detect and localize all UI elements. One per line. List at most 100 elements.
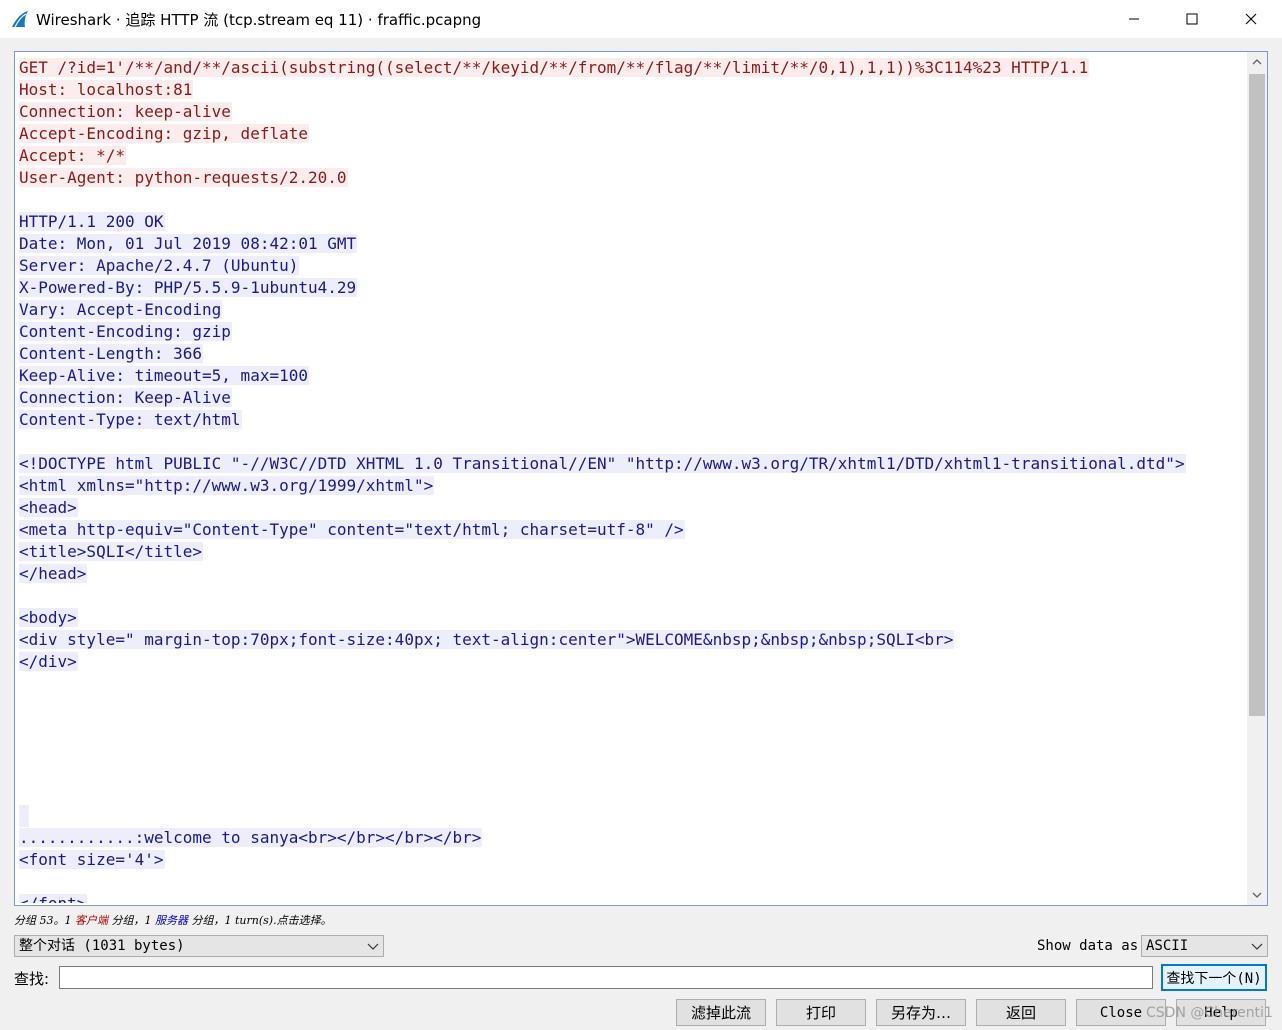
scroll-down-button[interactable] [1247, 885, 1267, 905]
find-next-button[interactable]: 查找下一个(N) [1161, 964, 1267, 991]
stream-line: Connection: keep-alive [19, 101, 1247, 123]
scroll-up-button[interactable] [1247, 52, 1267, 72]
save-as-button[interactable]: 另存为… [876, 999, 966, 1026]
minimize-icon [1129, 18, 1139, 20]
client-text: Connection: keep-alive [19, 102, 232, 121]
stream-line: Content-Type: text/html [19, 409, 1247, 431]
stream-line [19, 695, 1247, 717]
wireshark-fin-icon [12, 11, 28, 28]
chevron-up-icon [1252, 59, 1262, 65]
server-text: <!DOCTYPE html PUBLIC "-//W3C//DTD XHTML… [19, 454, 1186, 473]
server-text: <body> [19, 608, 78, 627]
stream-line: <title>SQLI</title> [19, 541, 1247, 563]
stream-line: <!DOCTYPE html PUBLIC "-//W3C//DTD XHTML… [19, 453, 1247, 475]
stream-line [19, 431, 1247, 453]
find-label: 查找: [14, 970, 50, 988]
stream-line: X-Powered-By: PHP/5.5.9-1ubuntu4.29 [19, 277, 1247, 299]
show-data-label: Show data as [1037, 938, 1139, 954]
show-data-select[interactable]: ASCII [1141, 935, 1268, 957]
title-bar: Wireshark · 追踪 HTTP 流 (tcp.stream eq 11)… [0, 0, 1282, 38]
stream-line: Host: localhost:81 [19, 79, 1247, 101]
stream-line: Accept-Encoding: gzip, deflate [19, 123, 1247, 145]
server-text: Server: Apache/2.4.7 (Ubuntu) [19, 256, 300, 275]
server-text: ............:welcome to sanya<br></br></… [19, 828, 483, 847]
stream-line: HTTP/1.1 200 OK [19, 211, 1247, 233]
server-text: Keep-Alive: timeout=5, max=100 [19, 366, 309, 385]
window-title: Wireshark · 追踪 HTTP 流 (tcp.stream eq 11)… [36, 11, 482, 29]
stream-line: <html xmlns="http://www.w3.org/1999/xhtm… [19, 475, 1247, 497]
server-text: <div style=" margin-top:70px;font-size:4… [19, 630, 955, 649]
server-blank-marker [19, 805, 29, 827]
server-text: Content-Type: text/html [19, 410, 242, 429]
stream-line: </head> [19, 563, 1247, 585]
stream-line [19, 673, 1247, 695]
stream-line [19, 585, 1247, 607]
stream-line [19, 717, 1247, 739]
server-text: </font> [19, 894, 88, 903]
vertical-scrollbar[interactable] [1247, 52, 1267, 905]
server-text: </div> [19, 652, 78, 671]
stream-line: Accept: */* [19, 145, 1247, 167]
minimize-button[interactable] [1105, 0, 1163, 38]
stream-line: <body> [19, 607, 1247, 629]
client-text: GET /?id=1'/**/and/**/ascii(substring((s… [19, 58, 1090, 77]
conversation-select[interactable]: 整个对话 (1031 bytes) [14, 935, 384, 957]
stream-line: Server: Apache/2.4.7 (Ubuntu) [19, 255, 1247, 277]
server-text: <meta http-equiv="Content-Type" content=… [19, 520, 685, 539]
stream-line: </div> [19, 651, 1247, 673]
stream-line [19, 871, 1247, 893]
stream-line [19, 189, 1247, 211]
print-button[interactable]: 打印 [776, 999, 866, 1026]
stream-line: ............:welcome to sanya<br></br></… [19, 827, 1247, 849]
stream-status: 分组 53。1 客户端 分组，1 服务器 分组，1 turn(s).点击选择。 [14, 912, 332, 928]
client-text: Accept: */* [19, 146, 126, 165]
status-suffix: 分组，1 turn(s).点击选择。 [188, 914, 332, 927]
chevron-down-icon [367, 943, 379, 950]
stream-line: Keep-Alive: timeout=5, max=100 [19, 365, 1247, 387]
back-button[interactable]: 返回 [976, 999, 1066, 1026]
show-data-value: ASCII [1146, 938, 1189, 954]
status-client-link[interactable]: 客户端 [75, 914, 108, 927]
server-text: Content-Length: 366 [19, 344, 204, 363]
server-text: <title>SQLI</title> [19, 542, 204, 561]
stream-line: Vary: Accept-Encoding [19, 299, 1247, 321]
stream-line: Connection: Keep-Alive [19, 387, 1247, 409]
find-input[interactable] [59, 966, 1153, 989]
client-text: Host: localhost:81 [19, 80, 194, 99]
maximize-icon [1186, 13, 1198, 25]
scrollbar-thumb[interactable] [1249, 74, 1265, 716]
stream-text-view[interactable]: GET /?id=1'/**/and/**/ascii(substring((s… [14, 51, 1268, 906]
filter-out-stream-button[interactable]: 滤掉此流 [676, 999, 766, 1026]
stream-content[interactable]: GET /?id=1'/**/and/**/ascii(substring((s… [19, 57, 1247, 903]
close-icon [1245, 13, 1257, 25]
stream-line [19, 739, 1247, 761]
stream-line: <meta http-equiv="Content-Type" content=… [19, 519, 1247, 541]
stream-line: <font size='4'> [19, 849, 1247, 871]
status-middle: 分组，1 [108, 914, 155, 927]
server-text: </head> [19, 564, 88, 583]
server-text: <font size='4'> [19, 850, 165, 869]
stream-line: GET /?id=1'/**/and/**/ascii(substring((s… [19, 57, 1247, 79]
stream-line: <div style=" margin-top:70px;font-size:4… [19, 629, 1247, 651]
stream-line: <head> [19, 497, 1247, 519]
chevron-down-icon [1251, 943, 1263, 950]
stream-line [19, 805, 1247, 827]
stream-line: Date: Mon, 01 Jul 2019 08:42:01 GMT [19, 233, 1247, 255]
maximize-button[interactable] [1163, 0, 1221, 38]
server-text: Content-Encoding: gzip [19, 322, 232, 341]
status-prefix: 分组 53。1 [14, 914, 75, 927]
server-text: <head> [19, 498, 78, 517]
stream-line: Content-Length: 366 [19, 343, 1247, 365]
server-text: HTTP/1.1 200 OK [19, 212, 165, 231]
close-window-button[interactable] [1222, 0, 1280, 38]
stream-line: Content-Encoding: gzip [19, 321, 1247, 343]
server-text: X-Powered-By: PHP/5.5.9-1ubuntu4.29 [19, 278, 358, 297]
chevron-down-icon [1252, 892, 1262, 898]
status-server-link[interactable]: 服务器 [155, 914, 188, 927]
client-text: User-Agent: python-requests/2.20.0 [19, 168, 348, 187]
stream-line [19, 761, 1247, 783]
client-text: Accept-Encoding: gzip, deflate [19, 124, 309, 143]
server-text: Vary: Accept-Encoding [19, 300, 223, 319]
server-text: <html xmlns="http://www.w3.org/1999/xhtm… [19, 476, 435, 495]
stream-line: </font> [19, 893, 1247, 903]
